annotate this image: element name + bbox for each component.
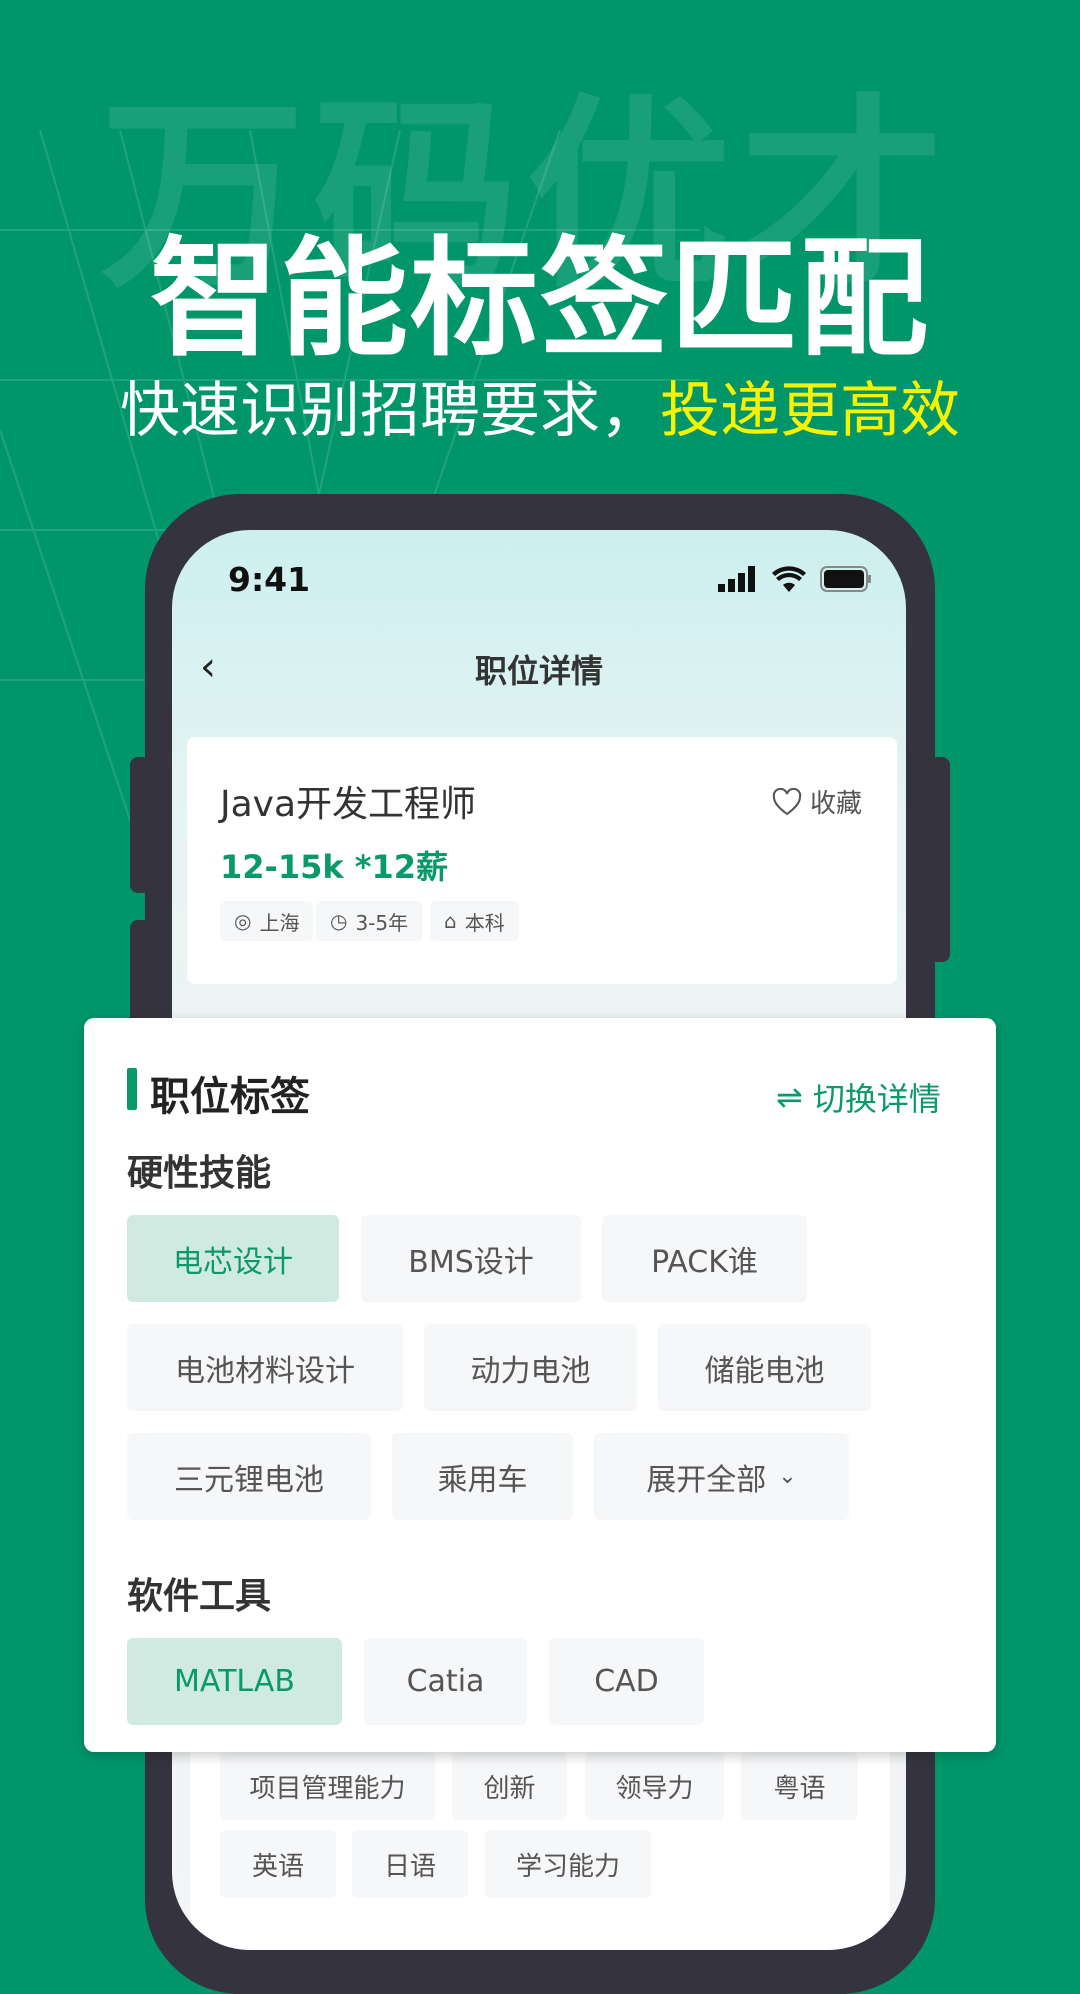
job-card: Java开发工程师 收藏 12-15k *12薪 ◎ 上海 ◷ 3-5年 ⌂ 本科 [187, 737, 897, 984]
expand-label: 展开全部 [646, 1462, 767, 1498]
tag-chip[interactable]: 储能电池 [658, 1324, 871, 1411]
job-title: Java开发工程师 [220, 784, 477, 825]
tag-chip[interactable]: Catia [364, 1638, 527, 1725]
tag-chip[interactable]: 乘用车 [392, 1433, 573, 1520]
tag-chip[interactable]: 三元锂电池 [127, 1433, 371, 1520]
swap-arrows-icon: ⇌ [776, 1078, 803, 1116]
tags-panel: 职位标签 ⇌ 切换详情 硬性技能 电芯设计 BMS设计 PACK谁 电池材料设计 … [84, 1018, 996, 1752]
expand-all-button[interactable]: 展开全部 ⌄ [594, 1433, 849, 1520]
subtitle-main: 快速识别招聘要求， [120, 376, 660, 446]
wifi-icon [772, 566, 806, 592]
graduation-cap-icon: ⌂ [444, 909, 457, 933]
tag-chip[interactable]: 英语 [220, 1830, 336, 1898]
tag-chip[interactable]: 项目管理能力 [220, 1752, 435, 1820]
location-icon: ◎ [234, 909, 252, 933]
collect-button[interactable]: 收藏 [772, 783, 862, 820]
tag-chip[interactable]: 粤语 [741, 1752, 858, 1820]
tag-chip[interactable]: 创新 [452, 1752, 567, 1820]
collect-label: 收藏 [810, 789, 863, 819]
tag-chip[interactable]: 学习能力 [485, 1830, 651, 1898]
meta-label: 3-5年 [355, 910, 409, 935]
meta-location: ◎ 上海 [220, 901, 314, 941]
switch-details-button[interactable]: ⇌ 切换详情 [776, 1074, 941, 1120]
battery-icon [820, 566, 871, 592]
salary: 12-15k *12薪 [220, 848, 449, 886]
signal-icon [718, 566, 755, 592]
switch-label: 切换详情 [812, 1080, 941, 1118]
banner-subtitle: 快速识别招聘要求，投递更高效 [0, 362, 1080, 449]
meta-experience: ◷ 3-5年 [316, 901, 423, 941]
tag-chip-active[interactable]: 电芯设计 [127, 1215, 339, 1302]
section-accent-bar [127, 1068, 137, 1110]
hard-skills-label: 硬性技能 [127, 1153, 272, 1194]
page-title: 职位详情 [474, 652, 603, 690]
tag-chip[interactable]: 电池材料设计 [127, 1324, 403, 1411]
meta-label: 本科 [464, 910, 505, 935]
tag-chip[interactable]: PACK谁 [602, 1215, 807, 1302]
tag-chip-active[interactable]: MATLAB [127, 1638, 342, 1725]
software-label: 软件工具 [127, 1576, 272, 1617]
tag-chip[interactable]: 领导力 [585, 1752, 724, 1820]
tag-chip[interactable]: BMS设计 [361, 1215, 581, 1302]
status-time: 9:41 [228, 560, 311, 599]
banner-title: 智能标签匹配 [149, 225, 930, 374]
panel-title: 职位标签 [150, 1074, 310, 1120]
chevron-down-icon: ⌄ [778, 1464, 797, 1489]
tag-chip[interactable]: 日语 [352, 1830, 468, 1898]
status-icons [718, 566, 872, 592]
tag-chip[interactable]: CAD [549, 1638, 704, 1725]
tag-chip[interactable]: 动力电池 [424, 1324, 637, 1411]
meta-education: ⌂ 本科 [430, 901, 519, 941]
clock-icon: ◷ [330, 909, 348, 933]
meta-label: 上海 [259, 910, 300, 935]
heart-icon [772, 787, 802, 815]
subtitle-highlight: 投递更高效 [660, 376, 960, 446]
